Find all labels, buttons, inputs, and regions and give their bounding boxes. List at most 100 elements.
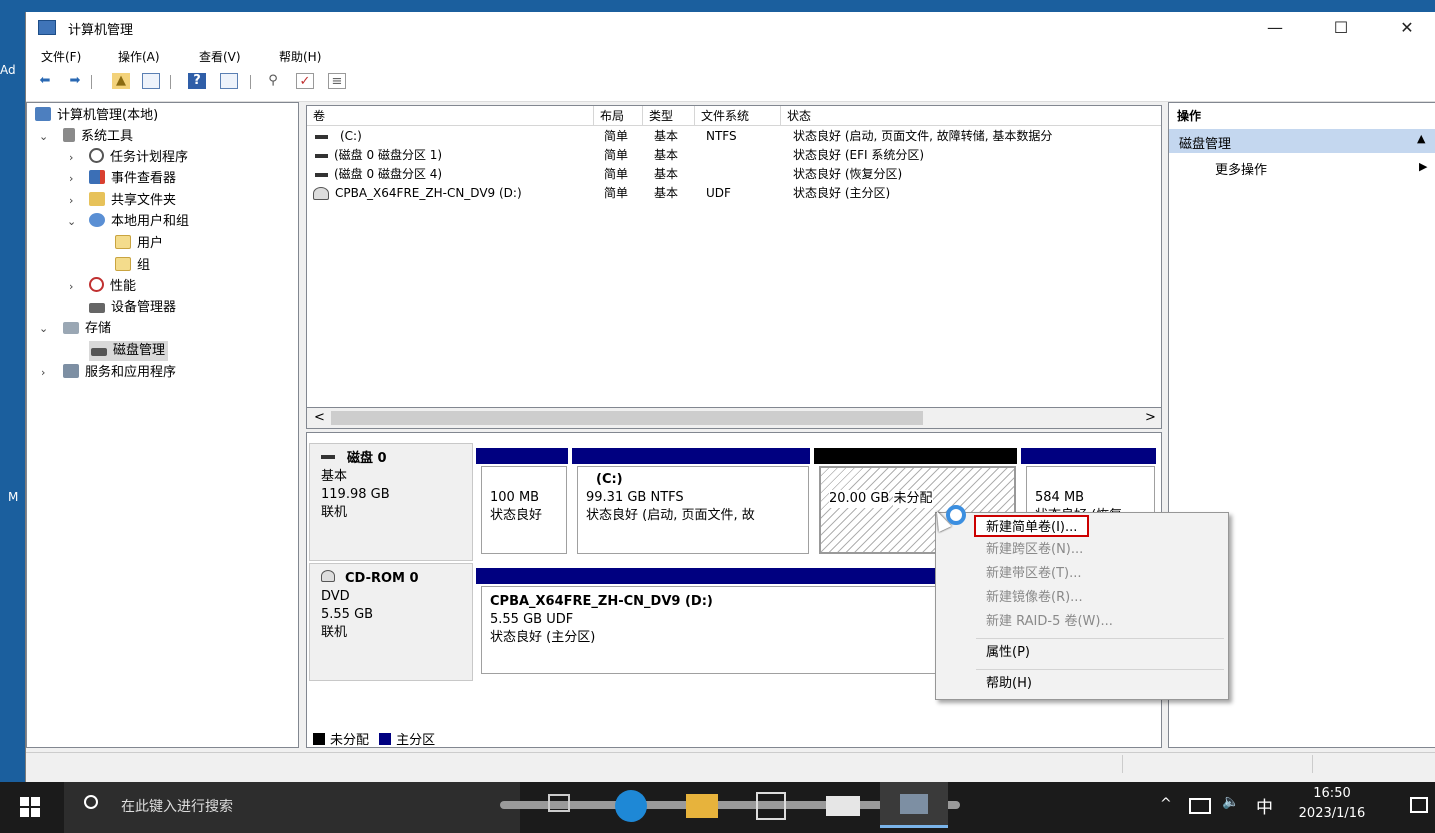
action-pane-icon[interactable] xyxy=(220,73,238,89)
folder-icon xyxy=(115,257,131,271)
tree-item-users[interactable]: 用户 xyxy=(115,234,163,254)
menu-item-new-mirrored-volume[interactable]: 新建镜像卷(R)... xyxy=(986,587,1083,609)
network-icon[interactable] xyxy=(1189,798,1211,814)
properties-icon[interactable]: ≡ xyxy=(328,73,346,89)
tree-item-event-viewer[interactable]: 事件查看器 xyxy=(89,169,176,189)
menu-help[interactable]: 帮助(H) xyxy=(279,48,321,65)
table-row[interactable]: (C:) 简单 基本 NTFS 状态良好 (启动, 页面文件, 故障转储, 基本… xyxy=(307,127,1161,146)
legend: 未分配 主分区 xyxy=(313,729,435,748)
menu-item-help[interactable]: 帮助(H) xyxy=(986,673,1032,695)
tree-item-performance[interactable]: 性能 xyxy=(89,277,136,297)
table-row[interactable]: CPBA_X64FRE_ZH-CN_DV9 (D:) 简单 基本 UDF 状态良… xyxy=(307,184,1161,203)
users-icon xyxy=(89,213,105,227)
forward-icon[interactable]: ➡ xyxy=(66,73,84,89)
menu-item-new-striped-volume[interactable]: 新建带区卷(T)... xyxy=(986,563,1081,585)
menu-item-properties[interactable]: 属性(P) xyxy=(986,642,1030,664)
check-icon[interactable]: ✓ xyxy=(296,73,314,89)
ime-indicator[interactable]: 中 xyxy=(1256,793,1273,818)
tree-item-system-tools[interactable]: 系统工具 xyxy=(63,127,133,147)
partition-c[interactable]: (C:) 99.31 GB NTFS 状态良好 (启动, 页面文件, 故 xyxy=(577,466,809,554)
menu-item-new-raid5-volume[interactable]: 新建 RAID-5 卷(W)... xyxy=(986,611,1113,633)
mail-icon[interactable] xyxy=(826,796,860,816)
tree-item-root[interactable]: 计算机管理(本地) xyxy=(35,106,158,126)
menu-file[interactable]: 文件(F) xyxy=(41,48,81,65)
maximize-button[interactable]: ☐ xyxy=(1308,12,1374,44)
notification-icon[interactable] xyxy=(1410,797,1428,813)
tree-item-disk-management[interactable]: 磁盘管理 xyxy=(89,341,169,361)
table-row[interactable]: (磁盘 0 磁盘分区 1) 简单 基本 状态良好 (EFI 系统分区) xyxy=(307,146,1161,165)
expand-chevron-icon[interactable]: › xyxy=(69,194,73,207)
cdrom-0-state: 联机 xyxy=(321,625,348,640)
disk-0-type: 基本 xyxy=(321,469,348,484)
expand-chevron-icon[interactable]: › xyxy=(69,151,73,164)
tree-item-shared-folders[interactable]: 共享文件夹 xyxy=(89,191,176,211)
column-header-filesystem[interactable]: 文件系统 xyxy=(695,106,781,126)
volume-icon[interactable]: 🔈 xyxy=(1222,794,1239,810)
column-header-type[interactable]: 类型 xyxy=(643,106,695,126)
minimize-button[interactable]: — xyxy=(1242,12,1308,44)
collapse-chevron-icon[interactable]: ⌄ xyxy=(39,322,48,335)
tree-item-device-manager[interactable]: 设备管理器 xyxy=(89,298,176,318)
toolbar: ⬅ ➡ ▲ ? ⚲ ✓ ≡ xyxy=(26,66,1435,102)
partition-size: 584 MB xyxy=(1035,490,1085,505)
table-row[interactable]: (磁盘 0 磁盘分区 4) 简单 基本 状态良好 (恢复分区) xyxy=(307,165,1161,184)
file-explorer-icon[interactable] xyxy=(686,794,718,818)
volume-type: 基本 xyxy=(654,148,679,162)
volume-icon xyxy=(315,173,328,177)
menu-item-new-simple-volume[interactable]: 新建简单卷(I)... xyxy=(974,515,1090,537)
menu-separator xyxy=(976,638,1224,639)
connect-icon[interactable]: ⚲ xyxy=(264,73,282,89)
tree-item-task-scheduler[interactable]: 任务计划程序 xyxy=(89,148,188,168)
cdrom-0-label[interactable]: CD-ROM 0 DVD 5.55 GB 联机 xyxy=(309,563,473,681)
more-actions[interactable]: 更多操作 ▶ xyxy=(1169,157,1435,179)
edge-browser-icon[interactable] xyxy=(615,790,647,822)
volume-name: (磁盘 0 磁盘分区 4) xyxy=(334,167,443,181)
task-view-icon[interactable] xyxy=(548,794,570,812)
folder-up-icon[interactable]: ▲ xyxy=(112,73,130,89)
partition-efi[interactable]: 100 MB 状态良好 xyxy=(481,466,567,554)
menu-view[interactable]: 查看(V) xyxy=(199,48,241,65)
column-header-volume[interactable]: 卷 xyxy=(307,106,594,126)
performance-icon xyxy=(89,277,104,292)
disk-icon xyxy=(321,455,335,459)
taskbar-app-computer-management[interactable] xyxy=(880,782,948,828)
store-icon[interactable] xyxy=(756,792,786,820)
scroll-thumb[interactable] xyxy=(331,411,923,425)
horizontal-scrollbar[interactable]: < > xyxy=(306,407,1162,429)
column-header-layout[interactable]: 布局 xyxy=(594,106,643,126)
partition-bar-primary xyxy=(1021,448,1156,464)
tray-chevron-icon[interactable]: ^ xyxy=(1160,796,1172,812)
show-hide-tree-icon[interactable] xyxy=(142,73,160,89)
menu-item-new-spanned-volume[interactable]: 新建跨区卷(N)... xyxy=(986,539,1083,561)
search-placeholder: 在此键入进行搜索 xyxy=(121,799,233,815)
expand-chevron-icon[interactable]: › xyxy=(69,280,73,293)
clock[interactable]: 16:50 2023/1/16 xyxy=(1290,784,1374,824)
status-divider xyxy=(1312,755,1313,773)
column-header-status[interactable]: 状态 xyxy=(781,106,1161,126)
volume-type: 基本 xyxy=(654,186,679,200)
help-icon[interactable]: ? xyxy=(188,73,206,89)
volume-type: 基本 xyxy=(654,167,679,181)
actions-section-disk-management[interactable]: 磁盘管理 ▲ xyxy=(1169,129,1435,153)
tree-item-services-apps[interactable]: 服务和应用程序 xyxy=(63,363,176,383)
scroll-right-button[interactable]: > xyxy=(1145,410,1156,425)
close-button[interactable]: ✕ xyxy=(1374,12,1435,44)
collapse-chevron-icon[interactable]: ⌄ xyxy=(67,215,76,228)
windows-logo-icon xyxy=(20,797,29,806)
tree-item-storage[interactable]: 存储 xyxy=(63,319,111,339)
scroll-left-button[interactable]: < xyxy=(314,410,325,425)
taskbar-search-box[interactable]: 在此键入进行搜索 xyxy=(64,782,520,833)
disk-0-label[interactable]: 磁盘 0 基本 119.98 GB 联机 xyxy=(309,443,473,561)
tree-item-groups[interactable]: 组 xyxy=(115,256,150,276)
cdrom-0-type: DVD xyxy=(321,589,350,604)
collapse-chevron-icon[interactable]: ⌄ xyxy=(39,130,48,143)
tree-item-local-users[interactable]: 本地用户和组 xyxy=(89,212,189,232)
expand-chevron-icon[interactable]: › xyxy=(41,366,45,379)
expand-chevron-icon[interactable]: › xyxy=(69,172,73,185)
start-button[interactable] xyxy=(0,782,60,833)
collapse-triangle-icon[interactable]: ▲ xyxy=(1417,132,1425,145)
menu-action[interactable]: 操作(A) xyxy=(118,48,160,65)
status-bar xyxy=(26,752,1435,774)
volume-name: (磁盘 0 磁盘分区 1) xyxy=(334,148,443,162)
back-icon[interactable]: ⬅ xyxy=(36,73,54,89)
